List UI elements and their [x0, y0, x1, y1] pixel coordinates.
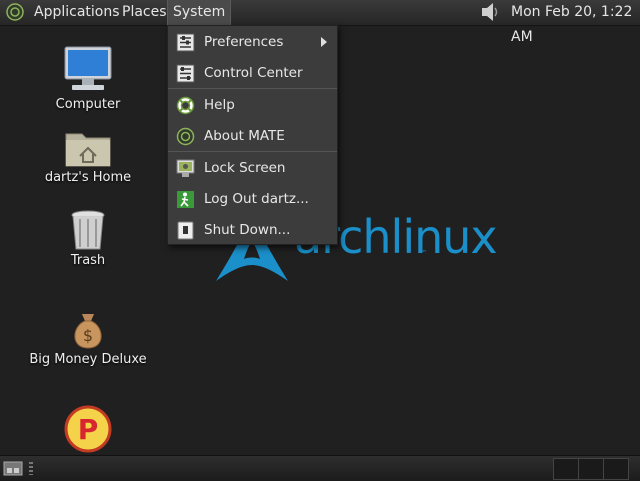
- svg-text:$: $: [83, 326, 93, 345]
- shutdown-icon: [177, 221, 194, 240]
- preferences-icon: [176, 33, 195, 52]
- desktop-icon-label: Trash: [70, 253, 106, 268]
- show-desktop-icon[interactable]: [3, 460, 23, 477]
- logout-icon: [177, 191, 194, 208]
- lock-screen-icon: [176, 159, 195, 177]
- trademark-mark: ™: [420, 249, 427, 257]
- clock[interactable]: Mon Feb 20, 1:22 AM: [511, 0, 640, 45]
- mate-icon: [176, 127, 195, 146]
- workspace-1[interactable]: [553, 458, 579, 480]
- system-menu[interactable]: System: [167, 0, 232, 25]
- menu-separator: [168, 88, 337, 89]
- help-icon: [176, 96, 195, 115]
- home-folder-icon: [65, 133, 111, 167]
- trash-icon: [71, 210, 105, 250]
- applications-menu[interactable]: Applications: [29, 0, 125, 25]
- desktop-icon-game[interactable]: P: [28, 405, 148, 453]
- desktop-icon-trash[interactable]: Trash: [28, 209, 148, 268]
- places-menu[interactable]: Places: [117, 0, 172, 25]
- top-panel: Applications Places System Mon Feb 20, 1…: [0, 0, 640, 45]
- system-dropdown-menu: Preferences Control Center Help About MA…: [167, 25, 338, 245]
- computer-icon: [64, 46, 112, 90]
- workspace-2[interactable]: [578, 458, 604, 480]
- desktop-icon-home[interactable]: dartz's Home: [28, 128, 148, 185]
- game-p-icon: P: [64, 405, 112, 453]
- desktop-icon-label: dartz's Home: [44, 170, 132, 185]
- svg-text:P: P: [78, 413, 99, 446]
- panel-drag-handle[interactable]: [29, 462, 33, 475]
- control-center-icon: [176, 64, 195, 83]
- money-bag-icon: $: [74, 314, 102, 349]
- menu-item-lock-screen[interactable]: Lock Screen: [168, 153, 337, 183]
- menu-item-about-mate[interactable]: About MATE: [168, 121, 337, 151]
- desktop-icon-computer[interactable]: Computer: [28, 45, 148, 112]
- workspace-3[interactable]: [603, 458, 629, 480]
- desktop-icon-label: Computer: [55, 97, 121, 112]
- submenu-arrow-icon: [321, 37, 327, 47]
- menu-item-preferences[interactable]: Preferences: [168, 27, 337, 57]
- speaker-icon[interactable]: [479, 2, 501, 22]
- bottom-panel: [0, 455, 640, 481]
- menu-item-log-out[interactable]: Log Out dartz...: [168, 184, 337, 214]
- desktop-icon-label: Big Money Deluxe: [29, 352, 147, 367]
- mate-logo-icon[interactable]: [6, 3, 24, 21]
- menu-item-shut-down[interactable]: Shut Down...: [168, 215, 337, 245]
- menu-separator: [168, 151, 337, 152]
- desktop-icon-big-money[interactable]: $ Big Money Deluxe: [28, 310, 148, 367]
- menu-item-control-center[interactable]: Control Center: [168, 58, 337, 88]
- menu-item-help[interactable]: Help: [168, 90, 337, 120]
